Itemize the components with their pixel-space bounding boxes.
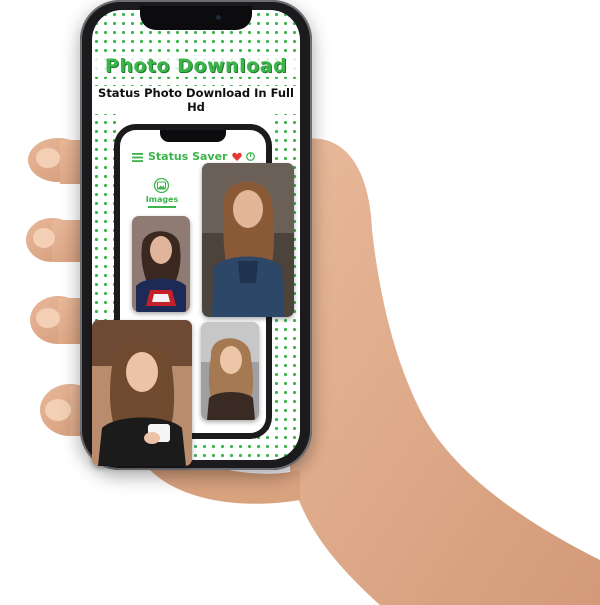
gallery-photo-1[interactable] xyxy=(132,216,190,312)
image-icon[interactable] xyxy=(154,178,169,193)
promo-title: Photo Download xyxy=(92,55,300,77)
front-camera xyxy=(216,15,221,20)
tab-images-label[interactable]: Images xyxy=(144,195,180,204)
power-icon[interactable] xyxy=(246,152,255,161)
promo-subtitle: Status Photo Download In Full Hd xyxy=(92,86,300,114)
heart-icon[interactable] xyxy=(232,152,242,162)
gallery-photo-3[interactable] xyxy=(92,320,192,466)
hamburger-menu-icon[interactable] xyxy=(132,153,143,162)
gallery-photo-4[interactable] xyxy=(201,322,259,420)
inner-phone-notch xyxy=(160,130,226,142)
phone-notch xyxy=(140,6,252,30)
tab-indicator xyxy=(148,206,176,208)
gallery-photo-2[interactable] xyxy=(202,163,294,317)
app-title: Status Saver xyxy=(148,150,228,163)
